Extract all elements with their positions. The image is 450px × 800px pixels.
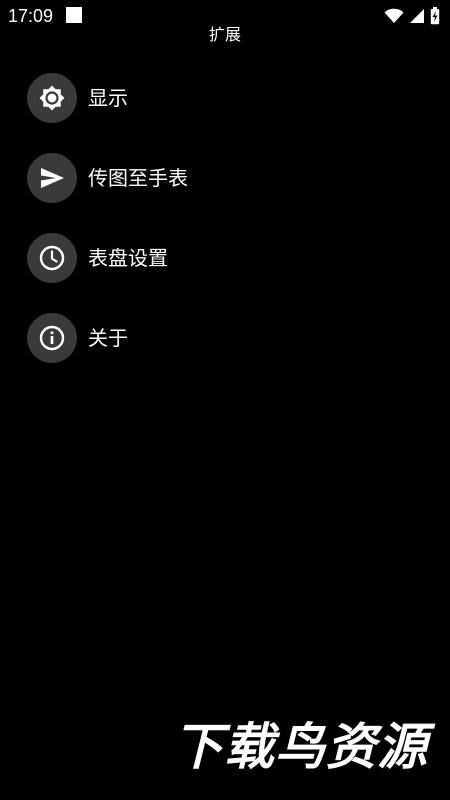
notification-square-icon <box>66 7 82 23</box>
menu-item-send-image-to-watch[interactable]: 传图至手表 <box>27 153 427 203</box>
battery-charging-icon <box>430 7 440 25</box>
menu-icon-circle <box>27 313 77 363</box>
watermark-text: 下载鸟资源 <box>173 718 428 776</box>
menu-label-display: 显示 <box>88 86 128 110</box>
status-icons <box>384 6 440 26</box>
menu-label-watch-face: 表盘设置 <box>88 246 168 270</box>
wifi-icon <box>384 8 404 23</box>
menu-icon-circle <box>27 153 77 203</box>
menu-label-send-image: 传图至手表 <box>88 166 188 190</box>
menu-item-display[interactable]: 显示 <box>27 73 427 123</box>
signal-icon <box>410 9 424 23</box>
status-time: 17:09 <box>8 6 54 26</box>
brightness-icon <box>39 85 65 111</box>
page-title: 扩展 <box>208 25 241 44</box>
menu-item-watch-face-settings[interactable]: 表盘设置 <box>27 233 427 283</box>
menu-icon-circle <box>27 73 77 123</box>
info-icon <box>39 325 65 351</box>
menu-label-about: 关于 <box>88 326 128 350</box>
menu-list: 显示 传图至手表 表盘设置 关于 <box>27 73 427 393</box>
menu-item-about[interactable]: 关于 <box>27 313 427 363</box>
clock-icon <box>39 245 65 271</box>
send-icon <box>41 168 64 188</box>
menu-icon-circle <box>27 233 77 283</box>
